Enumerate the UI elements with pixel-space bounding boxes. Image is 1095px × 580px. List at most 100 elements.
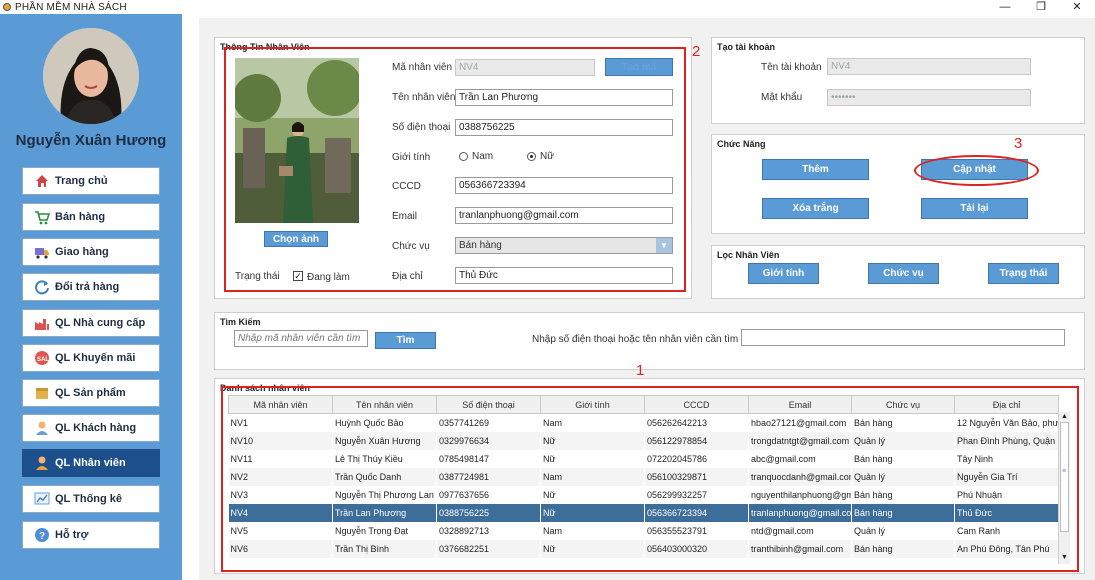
employee-list-title: Danh sách nhân viên [220,383,311,393]
refresh-icon [33,278,51,296]
table-cell: abc@gmail.com [751,453,816,464]
nav-label: QL Nhà cung cấp [55,317,146,329]
account-username-field[interactable]: NV4 [827,58,1031,75]
nav-label: QL Sản phẩm [55,387,126,399]
table-cell: Bán hàng [854,453,893,464]
nav-label: Hỗ trợ [55,529,89,541]
minimize-button[interactable]: — [987,0,1023,14]
nav-help[interactable]: ? Hỗ trợ [22,521,160,549]
employee-photo [235,58,359,223]
column-header[interactable]: Địa chỉ [954,395,1059,414]
nav-label: Giao hàng [55,246,109,258]
search-hint-label: Nhập số điện thoại hoặc tên nhân viên cầ… [532,334,739,345]
generate-id-button[interactable]: Tạo mã [605,58,673,76]
table-cell: Nam [540,467,645,486]
table-row[interactable]: NV6 Trần Thị Bình 0376682251 Nữ 056403000320… [228,539,1059,558]
address-field[interactable]: Thủ Đức [455,267,673,284]
role-select[interactable]: Bán hàng [455,237,673,254]
maximize-button[interactable]: ❐ [1023,0,1059,14]
status-checkbox-label: Đang làm [307,272,350,283]
column-header[interactable]: Số điện thoại [436,395,541,414]
gender-female-radio[interactable]: Nữ [527,151,554,162]
table-cell: Nữ [543,453,556,464]
search-phone-name-input[interactable] [741,329,1065,346]
home-icon [33,172,51,190]
update-button[interactable]: Cập nhật [921,159,1028,180]
table-row[interactable]: NV5 Nguyễn Trọng Đạt 0328892713 Nam 05635552… [229,522,1059,540]
scroll-up-icon[interactable]: ▲ [1061,413,1068,420]
employee-id-field[interactable]: NV4 [455,59,595,76]
scroll-thumb[interactable] [1060,422,1069,532]
avatar [43,28,139,124]
column-header[interactable]: CCCD [644,395,749,414]
column-header[interactable]: Mã nhân viên [228,395,333,414]
filter-role-button[interactable]: Chức vụ [868,263,939,284]
table-cell: tranquocdanh@gmail.com [748,467,852,486]
annotation-label-2: 2 [692,43,701,60]
account-password-label: Mật khẩu [761,92,803,103]
reload-button[interactable]: Tải lại [921,198,1028,219]
nav-label: QL Nhân viên [55,457,126,469]
status-checkbox[interactable]: ✓ [293,271,303,281]
clear-button[interactable]: Xóa trắng [762,198,869,219]
table-cell: Nguyễn Xuân Hương [332,431,437,450]
filter-status-button[interactable]: Trạng thái [988,263,1059,284]
nav-label: Đổi trả hàng [55,281,120,293]
app-logo-icon [3,3,11,11]
table-cell: Nguyễn Gia Trí [954,467,1059,486]
annotation-label-3: 3 [1014,135,1023,152]
nav-chart[interactable]: QL Thống kê [22,485,160,513]
add-button[interactable]: Thêm [762,159,869,180]
table-cell: Nguyễn Thị Phương Lan [335,489,434,500]
column-header[interactable]: Chức vụ [851,395,955,414]
phone-field[interactable]: 0388756225 [455,119,673,136]
column-header[interactable]: Email [748,395,852,414]
chevron-down-icon[interactable]: ▼ [656,238,672,253]
cccd-field[interactable]: 056366723394 [455,177,673,194]
table-scrollbar[interactable]: ▲ ≡ ▼ [1058,412,1070,564]
column-header[interactable]: Tên nhân viên [332,395,437,414]
scroll-down-icon[interactable]: ▼ [1061,554,1068,561]
table-cell: 056100329871 [644,467,749,486]
table-cell: 056299932257 [647,489,708,500]
nav-customer[interactable]: QL Khách hàng [22,414,160,442]
search-button[interactable]: Tìm [375,332,436,349]
account-password-field[interactable]: ••••••• [827,89,1031,106]
nav-label: Trang chủ [55,175,108,187]
table-cell: 0785498147 [439,453,490,464]
box-icon [33,384,51,402]
table-row[interactable]: NV4 Trần Lan Phương 0388756225 Nữ 0563667233… [228,503,1059,522]
search-input[interactable] [234,330,368,347]
table-row[interactable]: NV1 Huỳnh Quốc Bảo 0357741269 Nam 0562626422… [229,414,1059,432]
table-cell: ntd@gmail.com [751,525,814,536]
nav-label: Bán hàng [55,211,106,223]
nav-factory[interactable]: QL Nhà cung cấp [22,309,160,337]
table-row[interactable]: NV10 Nguyễn Xuân Hương 0329976634 Nữ 0561229… [228,431,1059,450]
table-cell: Cam Ranh [957,525,1001,536]
table-row[interactable]: NV2 Trần Quốc Danh 0387724981 Nam 0561003298… [228,467,1059,486]
column-header[interactable]: Giới tính [540,395,645,414]
table-cell: NV5 [230,525,249,536]
nav-cart[interactable]: Bán hàng [22,203,160,231]
filter-gender-button[interactable]: Giới tính [748,263,819,284]
table-row[interactable]: NV11 Lê Thị Thúy Kiều 0785498147 Nữ 07220204… [229,450,1059,468]
table-cell: An Phú Đông, Tân Phú [954,539,1059,558]
nav-truck[interactable]: Giao hàng [22,238,160,266]
table-cell: NV2 [228,467,333,486]
choose-photo-button[interactable]: Chọn ảnh [264,231,328,247]
email-field[interactable]: tranlanphuong@gmail.com [455,207,673,224]
employee-name-field[interactable]: Trần Lan Phương [455,89,673,106]
table-row[interactable]: NV3 Nguyễn Thị Phương Lan 0977637656 Nữ 0562… [229,486,1059,504]
chart-icon [33,490,51,508]
nav-home[interactable]: Trang chủ [22,167,160,195]
nav-label: QL Thống kê [55,493,123,505]
nav-employee[interactable]: QL Nhân viên [22,449,160,477]
nav-refresh[interactable]: Đổi trả hàng [22,273,160,301]
nav-sale[interactable]: SALE QL Khuyến mãi [22,344,160,372]
table-cell: 056262642213 [647,417,708,428]
close-button[interactable]: ✕ [1059,0,1095,14]
nav-box[interactable]: QL Sản phẩm [22,379,160,407]
table-cell: Nguyễn Trọng Đạt [335,525,409,536]
gender-male-radio[interactable]: Nam [459,151,493,162]
table-cell: Trần Thị Bình [332,539,437,558]
